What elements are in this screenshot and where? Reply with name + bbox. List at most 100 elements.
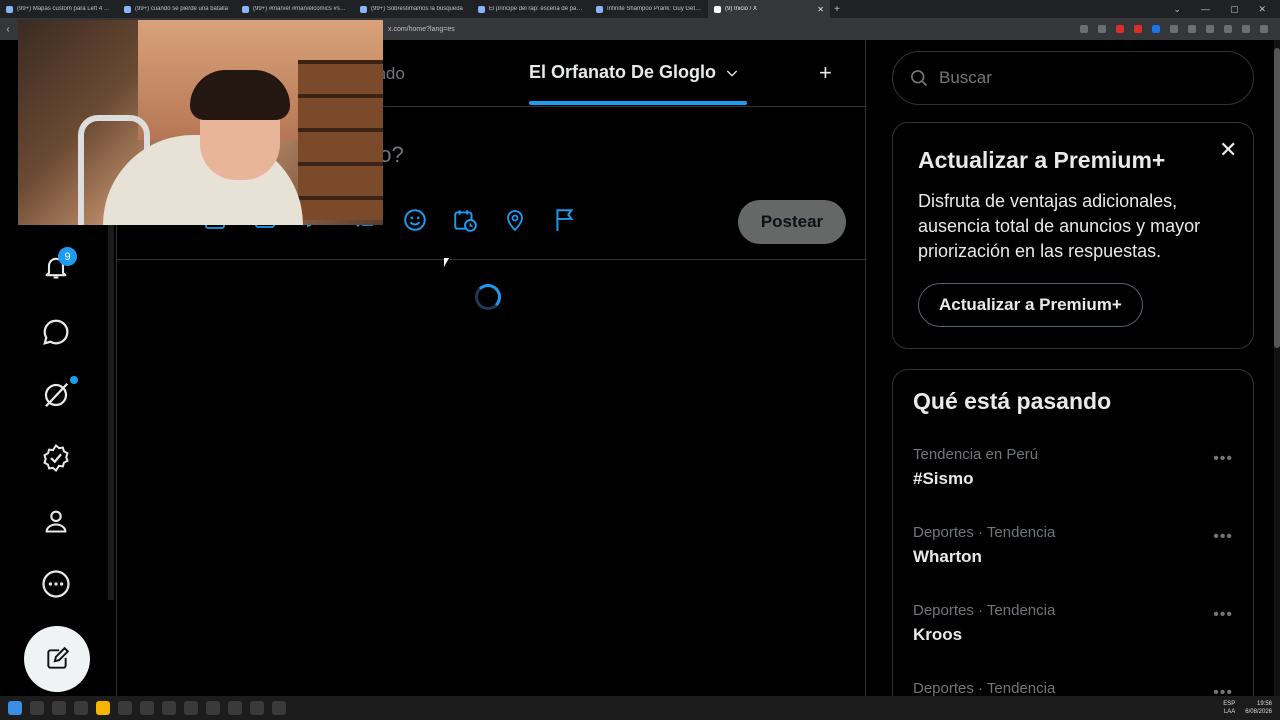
trends-title: Qué está pasando bbox=[913, 388, 1112, 414]
trend-meta: Deportes · Tendencia bbox=[913, 602, 1056, 619]
browser-tab[interactable]: (99+) Sobrestimamos la búsqueda bbox=[354, 0, 472, 18]
messages-nav[interactable] bbox=[34, 310, 78, 354]
tab-label: (99+) cuando se pierde una batalla bbox=[135, 6, 228, 12]
search-input[interactable]: Buscar bbox=[939, 68, 992, 88]
taskbar-app-icon[interactable] bbox=[228, 701, 242, 715]
profile-icon[interactable] bbox=[1242, 25, 1250, 33]
taskbar-app-icon[interactable] bbox=[162, 701, 176, 715]
tab-favicon-icon bbox=[478, 5, 485, 13]
taskbar-app-icon[interactable] bbox=[250, 701, 264, 715]
more-icon[interactable]: ••• bbox=[1213, 528, 1233, 546]
premium-title: Actualizar a Premium+ bbox=[918, 147, 1166, 173]
tab-favicon-icon bbox=[360, 5, 367, 13]
extension-icon[interactable] bbox=[1188, 25, 1196, 33]
keyboard-layout: LAA bbox=[1223, 709, 1236, 715]
address-bar[interactable]: x.com/home?lang=es bbox=[388, 26, 455, 33]
extension-icon[interactable] bbox=[1224, 25, 1232, 33]
trend-meta: Deportes · Tendencia bbox=[913, 524, 1056, 541]
browser-tab[interactable]: Infinite Shampoo Prank: Guy Gets Em bbox=[590, 0, 708, 18]
add-tab-button[interactable]: + bbox=[819, 60, 832, 86]
back-arrow-icon[interactable]: ‹ bbox=[0, 24, 16, 35]
upgrade-premium-button[interactable]: Actualizar a Premium+ bbox=[918, 283, 1143, 327]
page-scrollbar[interactable] bbox=[1274, 40, 1280, 696]
taskbar-apps bbox=[0, 701, 286, 715]
more-icon[interactable]: ••• bbox=[1213, 606, 1233, 624]
trend-item[interactable]: Deportes · Tendencia Wharton ••• bbox=[913, 524, 1233, 594]
extension-icon[interactable] bbox=[1134, 25, 1142, 33]
premium-card: Actualizar a Premium+ ✕ Disfruta de vent… bbox=[892, 122, 1254, 349]
taskbar-app-icon[interactable] bbox=[118, 701, 132, 715]
flag-button[interactable] bbox=[551, 206, 579, 234]
post-button[interactable]: Postear bbox=[738, 200, 846, 244]
taskbar-app-icon[interactable] bbox=[206, 701, 220, 715]
menu-icon[interactable] bbox=[1260, 25, 1268, 33]
extension-icon[interactable] bbox=[1152, 25, 1160, 33]
extension-icon[interactable] bbox=[1206, 25, 1214, 33]
browser-tab[interactable]: El principe del rap: escena de padre bbox=[472, 0, 590, 18]
webcam-overlay bbox=[18, 20, 383, 225]
trend-meta: Tendencia en Perú bbox=[913, 446, 1039, 463]
mouse-cursor bbox=[444, 258, 449, 267]
trend-item[interactable]: Tendencia en Perú #Sismo ••• bbox=[913, 446, 1233, 516]
compose-post-button[interactable] bbox=[24, 626, 90, 692]
clock-date: 6/08/2026 bbox=[1245, 709, 1272, 715]
trend-item[interactable]: Deportes · Tendencia Kroos ••• bbox=[913, 602, 1233, 672]
tab-favicon-icon bbox=[596, 5, 603, 13]
taskbar-app-icon[interactable] bbox=[272, 701, 286, 715]
profile-nav[interactable] bbox=[34, 499, 78, 543]
schedule-button[interactable] bbox=[451, 206, 479, 234]
windows-start-icon[interactable] bbox=[8, 701, 22, 715]
close-icon[interactable]: ✕ bbox=[1219, 137, 1237, 163]
search-icon[interactable] bbox=[30, 701, 44, 715]
tab-label: (9) Inicio / X bbox=[725, 6, 758, 12]
taskbar-app-icon[interactable] bbox=[52, 701, 66, 715]
taskbar-app-icon[interactable] bbox=[140, 701, 154, 715]
tab-label: El principe del rap: escena de padre bbox=[489, 6, 584, 12]
more-circle-icon bbox=[42, 570, 70, 598]
tab-favicon-icon bbox=[124, 5, 131, 13]
verified-nav[interactable] bbox=[34, 436, 78, 480]
quill-icon bbox=[47, 646, 70, 669]
browser-tabstrip: (99+) Mapas custom para Left 4 Dead (99+… bbox=[0, 0, 1280, 18]
person-icon bbox=[45, 510, 67, 533]
minimize-button[interactable]: — bbox=[1201, 4, 1210, 15]
browser-tab-active[interactable]: (9) Inicio / X ✕ bbox=[708, 0, 830, 18]
search-box[interactable]: Buscar bbox=[892, 51, 1254, 105]
active-tab-indicator bbox=[529, 101, 747, 105]
more-options-nav[interactable] bbox=[34, 562, 78, 606]
scrollbar-thumb[interactable] bbox=[1274, 48, 1280, 348]
tab-search-icon[interactable]: ⌄ bbox=[1173, 4, 1181, 15]
webcam-shelf bbox=[298, 60, 383, 220]
taskbar-app-icon[interactable] bbox=[96, 701, 110, 715]
close-window-button[interactable]: ✕ bbox=[1258, 4, 1266, 15]
extension-icon[interactable] bbox=[1116, 25, 1124, 33]
system-tray: ESP LAA 19:56 6/08/2026 bbox=[1223, 700, 1280, 716]
language-indicator[interactable]: ESP LAA bbox=[1223, 700, 1235, 716]
trend-name: Wharton bbox=[913, 547, 982, 566]
trend-meta: Deportes · Tendencia bbox=[913, 680, 1056, 697]
zoom-icon[interactable] bbox=[1080, 25, 1088, 33]
location-button[interactable] bbox=[501, 206, 529, 234]
taskbar-app-icon[interactable] bbox=[184, 701, 198, 715]
new-tab-button[interactable]: + bbox=[830, 4, 844, 15]
extension-icon[interactable] bbox=[1170, 25, 1178, 33]
location-pin-icon bbox=[507, 210, 523, 232]
tab-favicon-icon bbox=[6, 5, 13, 13]
grok-notification-dot bbox=[70, 376, 78, 384]
browser-tab[interactable]: (99+) Mapas custom para Left 4 Dead bbox=[0, 0, 118, 18]
tab-list[interactable]: El Orfanato De Gloglo bbox=[529, 62, 740, 83]
tab-label: (99+) #marvel #marvelcomics #spide bbox=[253, 6, 348, 12]
emoji-button[interactable] bbox=[401, 206, 429, 234]
browser-tab[interactable]: (99+) #marvel #marvelcomics #spide bbox=[236, 0, 354, 18]
cast-icon[interactable] bbox=[1098, 25, 1106, 33]
window-controls: ⌄ — ▢ ✕ bbox=[1173, 4, 1280, 15]
chat-bubble-icon bbox=[43, 319, 69, 345]
close-tab-icon[interactable]: ✕ bbox=[817, 5, 824, 14]
more-icon[interactable]: ••• bbox=[1213, 450, 1233, 468]
notifications-badge: 9 bbox=[58, 247, 77, 266]
maximize-button[interactable]: ▢ bbox=[1230, 4, 1239, 15]
browser-tab[interactable]: (99+) cuando se pierde una batalla bbox=[118, 0, 236, 18]
clock[interactable]: 19:56 6/08/2026 bbox=[1245, 700, 1272, 716]
os-taskbar: ESP LAA 19:56 6/08/2026 bbox=[0, 696, 1280, 720]
file-explorer-icon[interactable] bbox=[74, 701, 88, 715]
